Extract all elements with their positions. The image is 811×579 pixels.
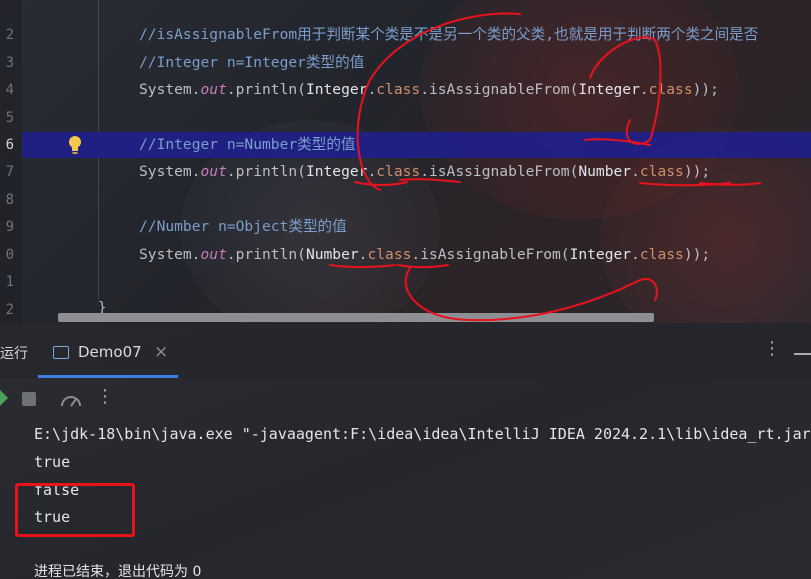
code-token: Integer — [305, 81, 368, 98]
code-token: Integer — [305, 163, 368, 180]
code-token: .isAssignableFrom( — [420, 81, 579, 98]
code-token: class — [376, 163, 421, 180]
code-token: .println( — [226, 81, 306, 98]
line-number: 1 — [5, 274, 14, 290]
code-token: class — [648, 81, 693, 98]
code-token: System. — [139, 81, 201, 98]
code-token: )); — [683, 246, 711, 263]
code-token: .println( — [226, 246, 306, 263]
code-editor[interactable]: 2 3 4 5 6 7 8 9 0 1 2 //isAssignableFrom… — [0, 0, 811, 323]
code-token: out — [200, 81, 227, 98]
red-highlight-box — [15, 483, 135, 537]
code-comment[interactable]: //isAssignableFrom用于判断某个类是不是另一个类的父类,也就是用… — [139, 25, 758, 45]
run-toolbar: ⋮ — [0, 379, 811, 419]
code-token: . — [631, 246, 640, 263]
line-number-gutter: 2 3 4 5 6 7 8 9 0 1 2 — [0, 0, 22, 323]
code-token: . — [367, 81, 377, 98]
code-token: .isAssignableFrom( — [411, 246, 570, 263]
code-token: class — [367, 246, 412, 263]
code-token: . — [367, 163, 377, 180]
code-token: Integer — [578, 81, 640, 98]
active-tab-indicator — [38, 375, 178, 378]
line-number: 2 — [5, 27, 14, 43]
code-token: )); — [692, 81, 719, 98]
code-token: class — [376, 81, 421, 98]
code-comment[interactable]: //Integer n=Number类型的值 — [139, 135, 356, 155]
minimize-icon[interactable] — [794, 353, 811, 355]
background-art — [600, 130, 811, 323]
line-number: 7 — [5, 164, 14, 180]
lightbulb-icon[interactable] — [67, 135, 83, 155]
stop-icon[interactable] — [22, 392, 36, 406]
more-options-icon[interactable]: ⋮ — [763, 338, 781, 359]
code-statement[interactable]: System.out.println(Integer.class.isAssig… — [139, 162, 710, 182]
line-number: 5 — [5, 110, 14, 126]
speed-icon[interactable] — [60, 390, 82, 410]
code-token: System. — [139, 246, 201, 263]
run-tool-window: 运行 Demo07 × ⋮ ⋮ E:\jdk-18\bin\java.exe "… — [0, 323, 811, 579]
console-line: true — [34, 453, 71, 471]
code-token: System. — [139, 163, 201, 180]
line-number: 4 — [5, 82, 14, 98]
code-statement[interactable]: System.out.println(Integer.class.isAssig… — [139, 80, 719, 100]
line-number: 6 — [5, 137, 14, 153]
rerun-icon[interactable] — [0, 390, 8, 406]
code-token: out — [200, 246, 227, 263]
code-token: Number — [305, 246, 359, 263]
console-exit-message: 进程已结束，退出代码为 0 — [34, 564, 202, 579]
run-panel-title[interactable]: 运行 — [0, 343, 28, 363]
code-token: out — [200, 163, 227, 180]
code-token: class — [639, 246, 684, 263]
code-comment[interactable]: //Integer n=Integer类型的值 — [139, 53, 364, 73]
line-number: 9 — [5, 219, 14, 235]
line-number: 3 — [5, 55, 14, 71]
code-token: class — [639, 163, 684, 180]
code-token: )); — [683, 163, 711, 180]
run-window-icon — [53, 346, 69, 359]
line-number: 8 — [5, 192, 14, 208]
code-token: .println( — [226, 163, 306, 180]
close-icon[interactable]: × — [154, 342, 168, 362]
code-comment[interactable]: //Number n=Object类型的值 — [139, 217, 347, 237]
code-token: . — [639, 81, 649, 98]
line-number: 0 — [5, 247, 14, 263]
more-options-icon[interactable]: ⋮ — [96, 386, 114, 407]
code-statement[interactable]: System.out.println(Number.class.isAssign… — [139, 245, 710, 265]
line-number: 2 — [5, 302, 14, 318]
horizontal-scrollbar[interactable] — [58, 313, 654, 322]
tab-label: Demo07 — [78, 343, 142, 361]
code-token: Integer — [569, 246, 632, 263]
code-token: . — [631, 163, 640, 180]
code-token: Number — [578, 163, 632, 180]
code-token: .isAssignableFrom( — [420, 163, 579, 180]
tab-demo07[interactable]: Demo07 × — [38, 338, 178, 378]
console-command-line: E:\jdk-18\bin\java.exe "-javaagent:F:\id… — [34, 425, 811, 443]
